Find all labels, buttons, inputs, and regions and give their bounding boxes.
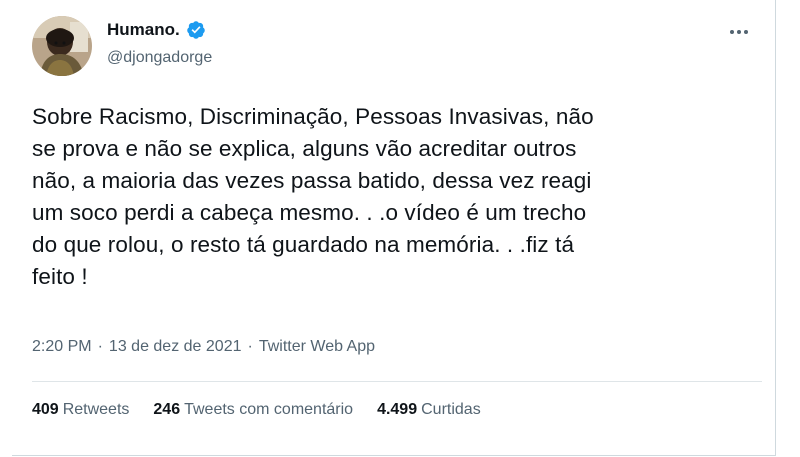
author-handle[interactable]: @djongadorge	[107, 49, 212, 67]
author-display-name[interactable]: Humano.	[107, 20, 180, 40]
author-name-row: Humano.	[107, 20, 206, 40]
likes-count: 4.499	[377, 401, 418, 418]
verified-badge-icon	[186, 20, 206, 40]
tweet-text: Sobre Racismo, Discriminação, Pessoas In…	[32, 104, 594, 289]
meta-separator: ·	[97, 338, 103, 355]
tweet-source[interactable]: Twitter Web App	[259, 338, 375, 356]
tweet-stats: 409 Retweets 246 Tweets com comentário 4.4…	[32, 401, 481, 419]
tweet-metadata: 2:20 PM · 13 de dez de 2021 · Twitter We…	[32, 338, 375, 356]
quote-tweets-count: 246	[153, 401, 181, 418]
meta-separator: ·	[247, 338, 253, 355]
more-options-button[interactable]	[725, 20, 753, 44]
retweets-label: Retweets	[62, 401, 130, 418]
retweets-count: 409	[32, 401, 59, 418]
likes-label: Curtidas	[421, 401, 481, 418]
avatar[interactable]	[32, 16, 92, 76]
more-dots-icon	[730, 30, 748, 34]
quote-tweets-label: Tweets com comentário	[184, 401, 354, 418]
tweet-date[interactable]: 13 de dez de 2021	[109, 338, 242, 356]
divider-top	[32, 381, 762, 382]
tweet-card: Humano. @djongadorge Sobre Racismo, Disc…	[12, 0, 776, 456]
likes-stat[interactable]: 4.499 Curtidas	[377, 401, 481, 419]
quote-tweets-stat[interactable]: 246 Tweets com comentário	[153, 401, 353, 419]
tweet-time[interactable]: 2:20 PM	[32, 338, 92, 356]
retweets-stat[interactable]: 409 Retweets	[32, 401, 129, 419]
avatar-image	[32, 16, 92, 76]
